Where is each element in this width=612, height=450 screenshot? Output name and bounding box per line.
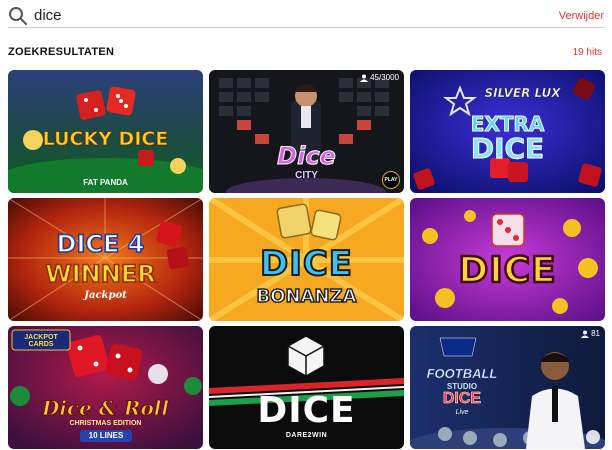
play-badge: PLAY [382, 171, 400, 189]
user-icon [581, 330, 590, 338]
lines-badge: 10 LINES [80, 430, 132, 442]
game-subtitle: Jackpot [84, 290, 127, 301]
game-title: LUCKY DICE [42, 128, 169, 150]
game-title: DICE 4 [56, 229, 145, 259]
play-icon [586, 430, 600, 444]
game-title: FOOTBALL [426, 366, 498, 382]
game-title-line3: DICE [442, 390, 482, 408]
game-provider: FAT PANDA [83, 178, 128, 187]
player-count-text: 45/3000 [370, 73, 399, 82]
game-tile-dice-bonanza[interactable]: DICE BONANZA [209, 198, 404, 321]
game-provider: DARE2WIN [285, 432, 328, 439]
game-subtitle: CITY [295, 170, 318, 181]
game-tile-dice-4-winner[interactable]: DICE 4 WINNER Jackpot [8, 198, 203, 321]
search-bar: Verwijder [8, 4, 604, 28]
results-header: ZOEKRESULTATEN 19 hits [8, 46, 602, 58]
game-title-line2: WINNER [45, 259, 157, 289]
search-input[interactable] [34, 7, 559, 24]
player-count: 45/3000 [360, 73, 399, 82]
player-count: 81 [581, 329, 600, 338]
game-title: Dice [277, 142, 337, 171]
game-title: Dice & Roll [42, 396, 170, 421]
search-icon[interactable] [8, 6, 28, 26]
game-tile-dice[interactable]: DICE [410, 198, 605, 321]
user-icon [360, 74, 369, 82]
game-tile-dice-dare2win[interactable]: DICE DARE2WIN [209, 326, 404, 449]
game-grid: LUCKY DICE FAT PANDA 45/3000 Dice CITY P… [8, 70, 605, 449]
game-edition: CHRISTMAS EDITION [69, 420, 142, 427]
player-count-text: 81 [591, 329, 600, 338]
game-tile-dice-and-roll[interactable]: JACKPOT CARDS Dice & Roll CHRISTMAS EDIT… [8, 326, 203, 449]
results-count: 19 hits [572, 46, 602, 58]
results-title: ZOEKRESULTATEN [8, 46, 115, 58]
game-title: DICE [259, 243, 354, 285]
game-brand: SILVER LUX [484, 86, 561, 101]
game-title: DICE [257, 390, 356, 431]
game-title-line2: BONANZA [256, 285, 358, 308]
game-tile-football-studio-dice[interactable]: 81 FOOTBALL STUDIO DICE Live [410, 326, 605, 449]
jackpot-cards-badge: JACKPOT CARDS [24, 334, 58, 348]
game-title: DICE [457, 249, 557, 293]
game-subtitle: Live [455, 409, 469, 416]
clear-search-link[interactable]: Verwijder [559, 10, 604, 22]
game-title-line2: DICE [470, 132, 545, 166]
game-tile-dice-city[interactable]: 45/3000 Dice CITY PLAY [209, 70, 404, 193]
game-tile-extra-dice[interactable]: SILVER LUX EXTRA DICE [410, 70, 605, 193]
game-tile-lucky-dice[interactable]: LUCKY DICE FAT PANDA [8, 70, 203, 193]
